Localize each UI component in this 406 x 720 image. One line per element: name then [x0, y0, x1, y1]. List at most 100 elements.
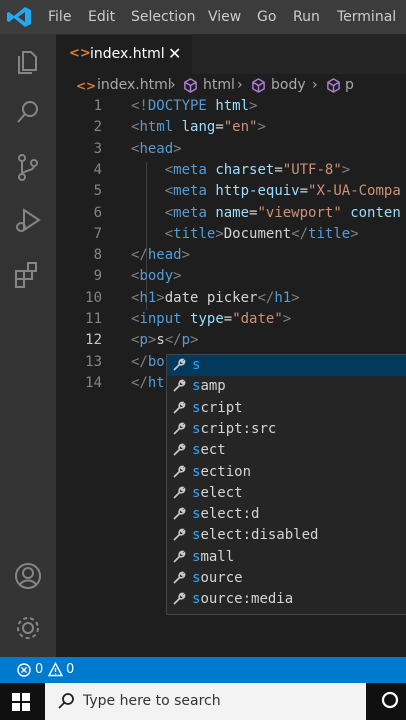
suggestion-widget: s samp script script:src sect section select se… — [166, 354, 406, 615]
activity-bar — [0, 34, 56, 657]
suggestion-item[interactable]: sect — [167, 440, 406, 461]
windows-start-icon[interactable] — [12, 693, 30, 711]
account-icon[interactable] — [12, 560, 44, 592]
search-placeholder: Type here to search — [83, 693, 221, 709]
suggestion-label: samp — [192, 378, 226, 394]
suggestion-item[interactable]: s — [167, 355, 406, 376]
suggestion-item[interactable]: source — [167, 568, 406, 589]
suggestion-item[interactable]: small — [167, 547, 406, 568]
code-line[interactable]: <head> — [131, 141, 182, 157]
suggestion-label: script:src — [192, 421, 277, 437]
windows-taskbar: Type here to search — [0, 683, 406, 720]
error-count[interactable]: 0 — [35, 662, 43, 677]
search-icon — [58, 693, 74, 709]
explorer-icon[interactable] — [12, 44, 44, 76]
suggestion-item[interactable]: script:src — [167, 419, 406, 440]
wrench-icon — [173, 401, 186, 414]
menu-go[interactable]: Go — [257, 9, 276, 25]
suggestion-label: select — [192, 485, 243, 501]
line-number: 4 — [93, 162, 102, 178]
suggestion-label: small — [192, 549, 235, 565]
line-number: 7 — [93, 226, 102, 242]
code-line[interactable]: <h1>date picker</h1> — [131, 290, 300, 306]
line-number: 13 — [85, 354, 102, 370]
code-line[interactable]: <html lang="en"> — [131, 119, 266, 135]
code-line[interactable]: <input type="date"> — [131, 311, 291, 327]
close-icon[interactable]: ✕ — [168, 44, 181, 63]
suggestion-item[interactable]: samp — [167, 376, 406, 397]
element-cube-icon — [327, 78, 340, 93]
wrench-icon — [173, 379, 186, 392]
suggestion-item[interactable]: script — [167, 398, 406, 419]
html-file-icon: <> — [69, 46, 91, 61]
line-number: 5 — [93, 183, 102, 199]
line-number: 6 — [93, 205, 102, 221]
suggestion-item[interactable]: select — [167, 483, 406, 504]
suggestion-label: section — [192, 464, 252, 480]
wrench-icon — [173, 486, 186, 499]
menu-run[interactable]: Run — [293, 9, 320, 25]
breadcrumb-body[interactable]: body — [271, 77, 306, 93]
menu-terminal[interactable]: Terminal — [337, 9, 396, 25]
line-number: 11 — [85, 311, 102, 327]
search-icon[interactable] — [12, 96, 44, 128]
element-cube-icon — [252, 78, 265, 93]
code-line[interactable]: <title>Document</title> — [131, 226, 359, 242]
tab-index-html[interactable]: <> index.html ✕ — [56, 34, 192, 75]
line-number: 3 — [93, 141, 102, 157]
line-number: 2 — [93, 119, 102, 135]
code-line[interactable]: </bo — [131, 354, 165, 370]
code-line[interactable]: <body> — [131, 268, 182, 284]
suggestion-item[interactable]: select:disabled — [167, 525, 406, 546]
suggestion-label: script — [192, 400, 243, 416]
title-bar: File Edit Selection View Go Run Terminal — [0, 0, 406, 34]
wrench-icon — [173, 528, 186, 541]
code-line[interactable]: <meta name="viewport" conten — [131, 205, 401, 221]
status-bar: 0 0 — [0, 657, 406, 683]
warning-count[interactable]: 0 — [66, 662, 74, 677]
breadcrumb-file[interactable]: index.html — [97, 77, 172, 93]
warning-icon[interactable] — [48, 662, 63, 677]
line-number: 14 — [85, 375, 102, 391]
menu-file[interactable]: File — [48, 9, 71, 25]
html-file-icon: <> — [76, 79, 97, 93]
settings-gear-icon[interactable] — [12, 612, 44, 644]
breadcrumb-separator: › — [170, 77, 176, 93]
wrench-icon — [173, 465, 186, 478]
line-number: 12 — [85, 332, 102, 348]
breadcrumb-p[interactable]: p — [345, 77, 354, 93]
error-icon[interactable] — [17, 663, 31, 677]
code-line[interactable]: </head> — [131, 247, 190, 263]
code-line[interactable]: <p>s</p> — [131, 332, 198, 348]
wrench-icon — [173, 507, 186, 520]
source-control-icon[interactable] — [12, 151, 44, 183]
menu-selection[interactable]: Selection — [131, 9, 196, 25]
line-number: 9 — [93, 268, 102, 284]
code-line[interactable]: </ht — [131, 375, 165, 391]
wrench-icon — [173, 550, 186, 563]
cortana-icon[interactable] — [381, 691, 399, 709]
code-line[interactable]: <meta charset="UTF-8"> — [131, 162, 351, 178]
suggestion-item[interactable]: source:media — [167, 589, 406, 610]
taskbar-search-box[interactable]: Type here to search — [45, 683, 366, 720]
suggestion-label: select:d — [192, 506, 260, 522]
code-line[interactable]: <!DOCTYPE html> — [131, 98, 257, 114]
extensions-icon[interactable] — [12, 259, 44, 291]
breadcrumb: <> index.html › html › body › p — [56, 74, 406, 98]
code-line[interactable]: <meta http-equiv="X-UA-Compa — [131, 183, 401, 199]
suggestion-item[interactable]: section — [167, 462, 406, 483]
suggestion-label: source — [192, 570, 243, 586]
run-debug-icon[interactable] — [12, 204, 44, 236]
line-number: 1 — [93, 98, 102, 114]
suggestion-item[interactable]: select:d — [167, 504, 406, 525]
menu-edit[interactable]: Edit — [88, 9, 115, 25]
element-cube-icon — [184, 78, 197, 93]
breadcrumb-separator: › — [237, 77, 243, 93]
wrench-icon — [173, 422, 186, 435]
breadcrumb-separator: › — [312, 77, 318, 93]
wrench-icon — [173, 358, 186, 371]
menu-view[interactable]: View — [208, 9, 241, 25]
wrench-icon — [173, 592, 186, 605]
breadcrumb-html[interactable]: html — [203, 77, 235, 93]
suggestion-label: source:media — [192, 591, 294, 607]
